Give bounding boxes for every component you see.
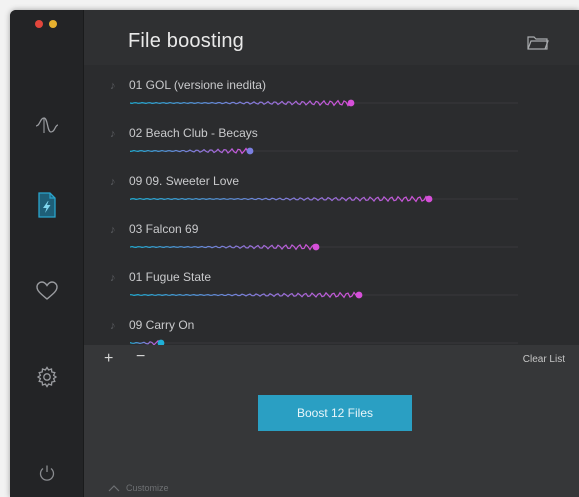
track-name: 09 09. Sweeter Love xyxy=(129,174,240,188)
slider-knob[interactable] xyxy=(246,147,254,155)
sidebar-item-settings[interactable] xyxy=(10,357,83,397)
page-title: File boosting xyxy=(128,30,244,52)
window-controls xyxy=(35,20,57,28)
app-window: File boosting ♪ 01 GOL (versione inedita)… xyxy=(10,10,579,497)
heart-icon xyxy=(35,281,58,300)
sidebar-item-favorites[interactable] xyxy=(10,271,83,311)
open-folder-button[interactable] xyxy=(527,36,549,55)
slider-knob[interactable] xyxy=(347,99,355,107)
boost-level-slider[interactable] xyxy=(130,95,518,109)
customize-label: Customize xyxy=(126,483,169,493)
track-row[interactable]: ♪ 09 09. Sweeter Love xyxy=(84,161,579,209)
customize-toggle[interactable]: Customize xyxy=(108,483,169,493)
sidebar-item-file-boost[interactable] xyxy=(10,185,83,225)
gear-icon xyxy=(36,366,57,388)
boost-file-icon xyxy=(37,192,56,218)
slider-knob[interactable] xyxy=(312,243,320,251)
track-name: 09 Carry On xyxy=(129,318,195,332)
add-file-button[interactable]: + xyxy=(104,350,113,368)
music-note-icon: ♪ xyxy=(110,272,116,284)
boost-level-slider[interactable] xyxy=(130,239,518,253)
music-note-icon: ♪ xyxy=(110,80,116,92)
track-name: 01 Fugue State xyxy=(129,270,212,284)
header: File boosting xyxy=(84,10,579,65)
track-name: 03 Falcon 69 xyxy=(129,222,199,236)
boost-waveform xyxy=(130,195,429,203)
music-note-icon: ♪ xyxy=(110,224,116,236)
music-note-icon: ♪ xyxy=(110,320,116,332)
equalizer-icon xyxy=(35,117,58,133)
close-window-button[interactable] xyxy=(35,20,43,28)
boost-level-slider[interactable] xyxy=(130,287,518,301)
track-row[interactable]: ♪ 09 Carry On xyxy=(84,305,579,345)
boost-level-slider[interactable] xyxy=(130,335,518,345)
action-panel: Boost 12 Files Customize xyxy=(84,375,579,497)
music-note-icon: ♪ xyxy=(110,128,116,140)
chevron-up-icon xyxy=(108,484,120,491)
minimize-window-button[interactable] xyxy=(49,20,57,28)
music-note-icon: ♪ xyxy=(110,176,116,188)
track-row[interactable]: ♪ 03 Falcon 69 xyxy=(84,209,579,257)
power-icon xyxy=(39,465,54,481)
boost-files-button[interactable]: Boost 12 Files xyxy=(258,395,412,431)
sidebar-item-power[interactable] xyxy=(10,453,83,493)
folder-icon xyxy=(527,36,549,50)
boost-level-slider[interactable] xyxy=(130,143,518,157)
slider-knob[interactable] xyxy=(425,195,433,203)
boost-level-slider[interactable] xyxy=(130,191,518,205)
track-row[interactable]: ♪ 01 Fugue State xyxy=(84,257,579,305)
track-name: 02 Beach Club - Becays xyxy=(129,126,258,140)
track-list: ♪ 01 GOL (versione inedita) ♪ 02 Beach Club… xyxy=(84,65,579,345)
sidebar-item-equalizer[interactable] xyxy=(10,105,83,145)
clear-list-button[interactable]: Clear List xyxy=(523,354,565,365)
track-name: 01 GOL (versione inedita) xyxy=(129,78,266,92)
track-row[interactable]: ♪ 02 Beach Club - Becays xyxy=(84,113,579,161)
track-row[interactable]: ♪ 01 GOL (versione inedita) xyxy=(84,65,579,113)
list-toolbar: + − Clear List xyxy=(84,345,579,375)
slider-knob[interactable] xyxy=(355,291,363,299)
sidebar xyxy=(10,10,84,497)
remove-file-button[interactable]: − xyxy=(136,348,145,366)
